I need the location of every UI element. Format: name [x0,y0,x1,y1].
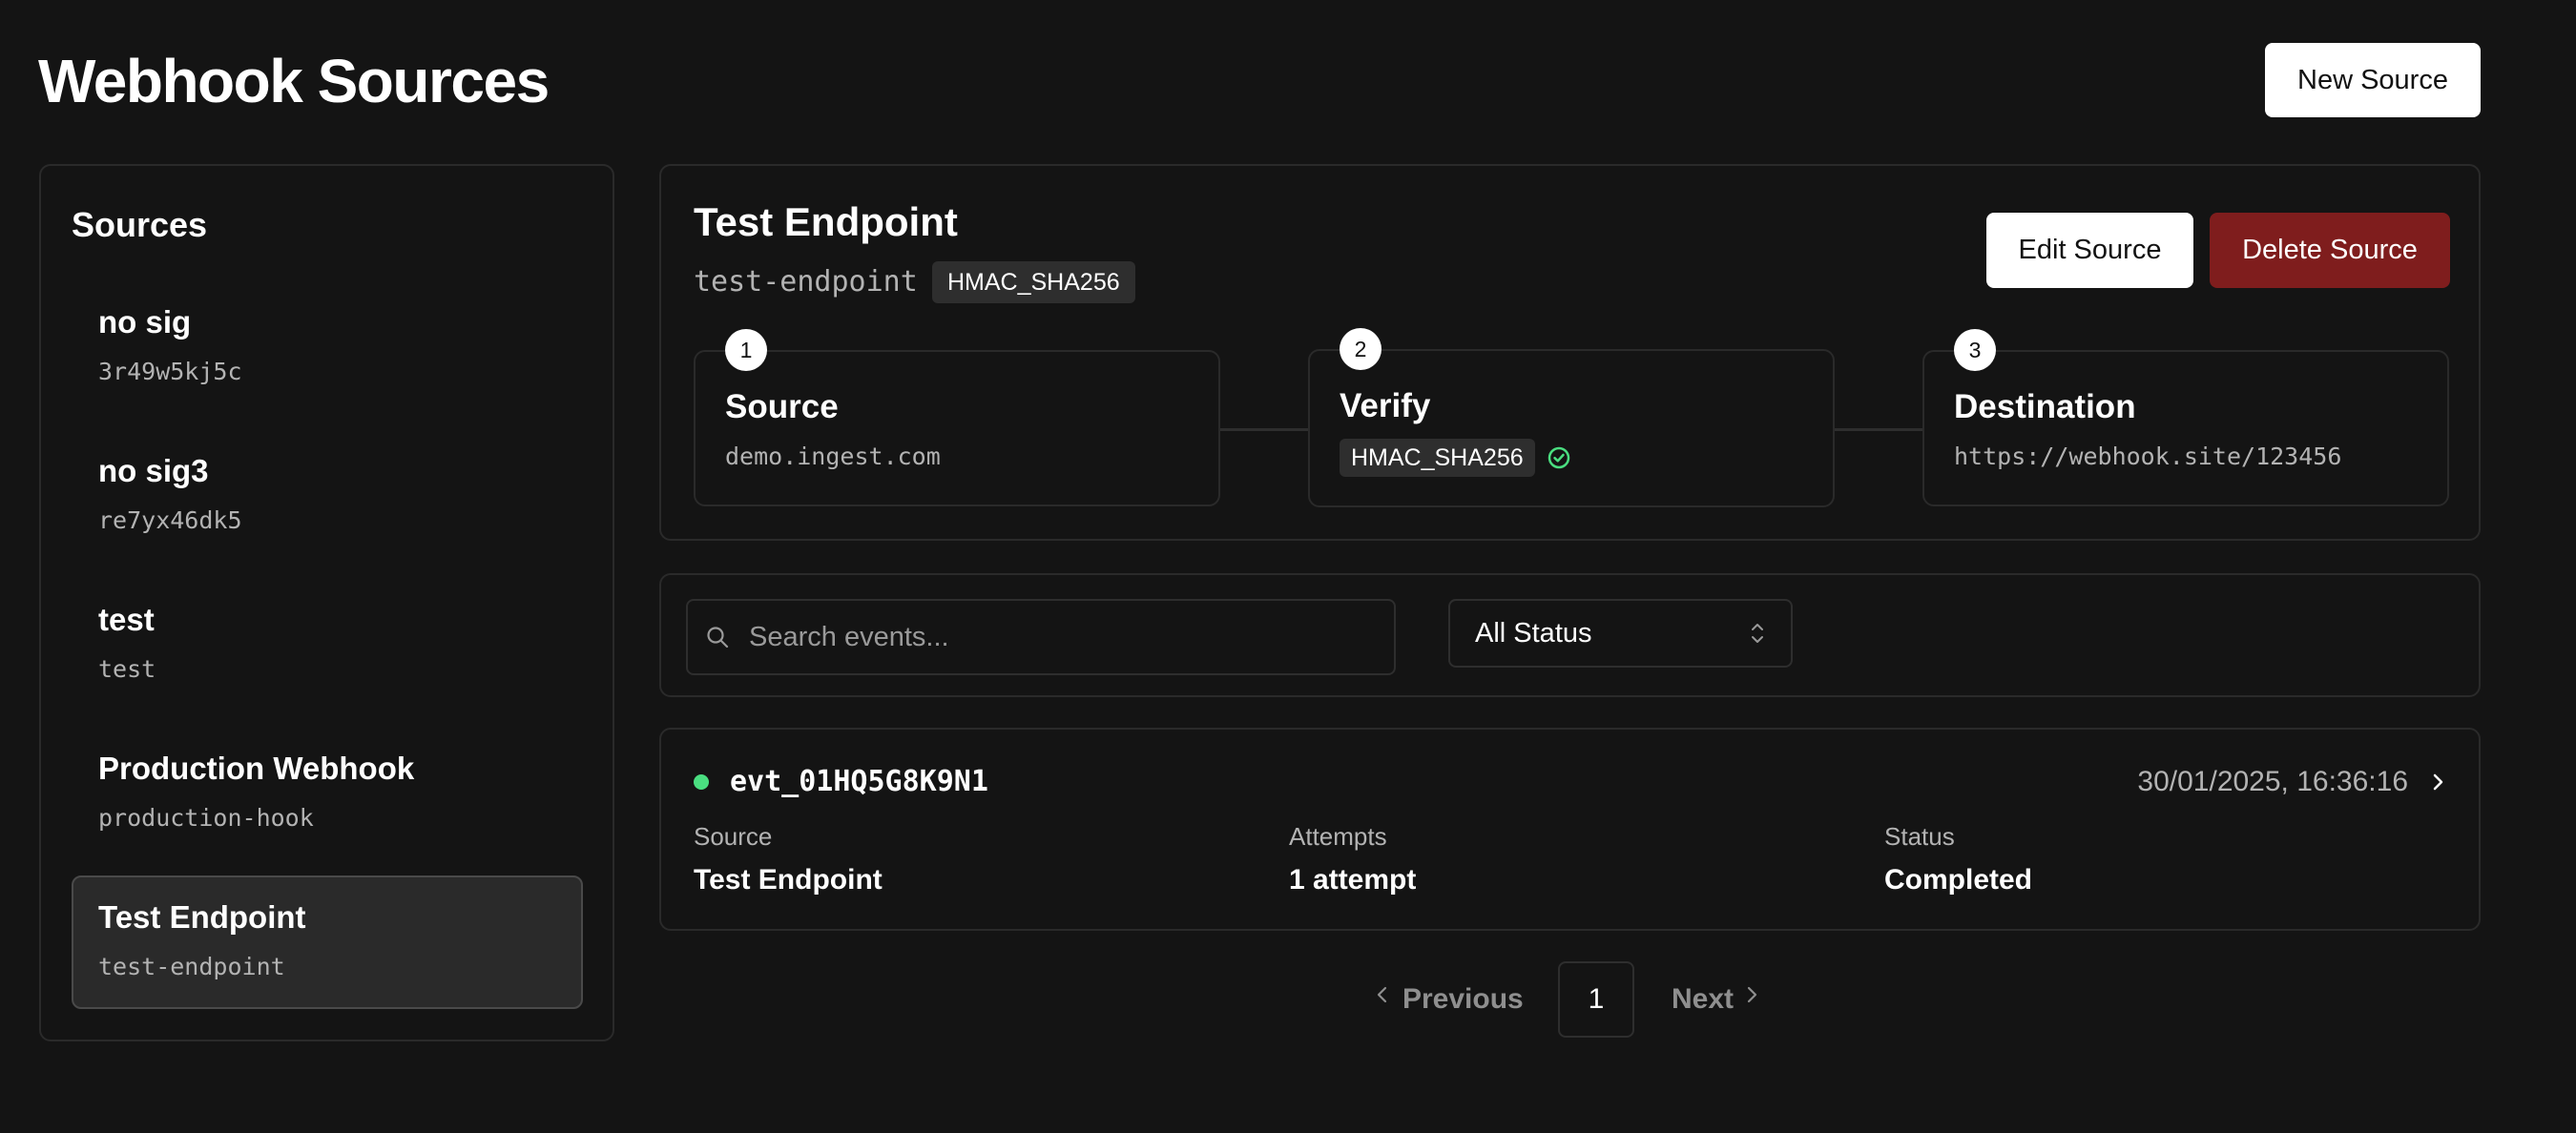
next-label: Next [1672,983,1735,1015]
source-slug: re7yx46dk5 [98,506,242,534]
new-source-button[interactable]: New Source [2265,43,2481,117]
step-number: 1 [725,329,767,371]
source-slug: test-endpoint [98,953,285,980]
source-detail-card: Test Endpoint test-endpoint HMAC_SHA256 … [659,164,2481,541]
event-row[interactable]: evt_01HQ5G8K9N1 30/01/2025, 16:36:16 Sou… [659,728,2481,931]
status-select[interactable]: All Status [1448,599,1793,668]
next-page-button[interactable]: Next [1672,963,1762,1036]
edit-source-button[interactable]: Edit Source [1986,213,2193,288]
source-name: Production Webhook [98,751,415,786]
status-value: Completed [1884,864,2033,896]
attempts-label: Attempts [1289,822,1387,851]
sidebar-title: Sources [72,205,208,244]
step-title: Destination [1954,388,2136,425]
source-name: Test Endpoint [98,899,306,935]
event-timestamp: 30/01/2025, 16:36:16 [2137,766,2408,797]
attempts-value: 1 attempt [1289,864,1417,896]
step-title: Verify [1340,387,1431,424]
page-title: Webhook Sources [38,47,550,115]
chevron-up-down-icon [1749,601,1766,692]
event-id: evt_01HQ5G8K9N1 [730,765,988,798]
step-title: Source [725,388,839,425]
flow-connector [1835,428,1924,431]
verified-check-icon [1547,445,1571,470]
source-name: no sig3 [98,453,209,488]
step-number: 3 [1954,329,1996,371]
sidebar-item-test[interactable]: test test [72,578,583,711]
chevron-right-icon [1734,964,1762,1037]
previous-page-button[interactable]: Previous [1374,963,1524,1036]
step-number: 2 [1340,328,1381,370]
search-input[interactable] [686,599,1396,675]
step-value: demo.ingest.com [725,443,941,470]
flow-step-source: 1 Source demo.ingest.com [694,329,1220,506]
previous-label: Previous [1402,983,1524,1015]
sidebar-item-production-webhook[interactable]: Production Webhook production-hook [72,727,583,860]
verify-method-badge: HMAC_SHA256 [1340,439,1535,477]
search-icon [705,625,730,649]
sidebar-item-test-endpoint[interactable]: Test Endpoint test-endpoint [72,876,583,1009]
sidebar-item-no-sig3[interactable]: no sig3 re7yx46dk5 [72,429,583,563]
source-label: Source [694,822,773,851]
status-select-value: All Status [1475,618,1592,649]
source-title: Test Endpoint [694,199,958,244]
auth-badge: HMAC_SHA256 [932,261,1135,303]
flow-step-destination: 3 Destination https://webhook.site/12345… [1922,329,2449,506]
status-dot [694,774,709,790]
source-name: no sig [98,304,192,340]
step-value: https://webhook.site/123456 [1954,443,2342,470]
chevron-right-icon[interactable] [2429,762,2446,814]
flow-step-verify: 2 Verify HMAC_SHA256 [1308,328,1835,507]
event-filters: All Status [659,573,2481,697]
source-slug: 3r49w5kj5c [98,358,242,385]
source-slug: test [98,655,156,683]
sidebar-item-no-sig[interactable]: no sig 3r49w5kj5c [72,280,583,414]
flow-connector [1220,428,1310,431]
source-name: test [98,602,155,637]
source-slug: production-hook [98,804,314,832]
chevron-left-icon [1374,964,1402,1037]
source-value: Test Endpoint [694,864,883,896]
status-label: Status [1884,822,1955,851]
sources-sidebar: Sources no sig 3r49w5kj5c no sig3 re7yx4… [39,164,614,1041]
delete-source-button[interactable]: Delete Source [2210,213,2450,288]
source-slug: test-endpoint [694,265,918,299]
current-page-button[interactable]: 1 [1558,961,1634,1038]
